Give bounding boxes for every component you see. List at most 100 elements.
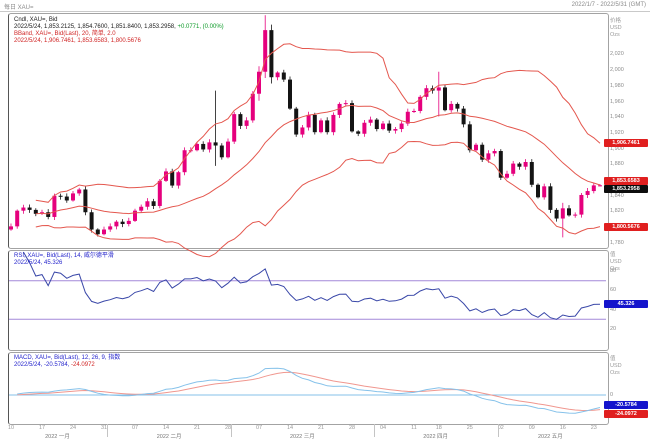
candle-down: [462, 109, 466, 125]
candle-up: [400, 124, 404, 129]
price-change-value: +0.0771, (0.00%): [176, 24, 224, 30]
candle-down: [214, 142, 218, 145]
month-separator: [498, 424, 499, 437]
candle-up: [362, 123, 366, 134]
macd-axis-header: 值 USD Ozs: [610, 356, 622, 377]
candle-up: [486, 153, 490, 159]
candle-down: [96, 230, 100, 235]
candle-up: [251, 94, 255, 121]
candle-up: [381, 124, 385, 129]
candle-up: [102, 230, 106, 235]
rsi-value: 2022/5/24, 45.326: [14, 260, 114, 267]
candle-down: [350, 103, 354, 131]
candle-up: [449, 104, 453, 110]
time-axis-day-tick: 21: [189, 425, 205, 431]
time-axis-month-label: 2022 五月: [515, 432, 585, 440]
month-separator: [231, 424, 232, 437]
time-axis-month-label: 2022 一月: [23, 432, 93, 440]
price-axis-tick: 1,960: [610, 99, 624, 105]
bollinger-middle-badge: 1,853.6583: [604, 177, 648, 185]
candle-up: [245, 120, 249, 125]
time-axis-day-tick: 21: [313, 425, 329, 431]
time-axis: 1017243107142128071421280411182502091623…: [8, 424, 607, 441]
candle-up: [331, 115, 335, 132]
candle-down: [530, 162, 534, 185]
candle-down: [83, 189, 87, 212]
chart-window: 每日 XAU= 2022/1/7 - 2022/5/31 (GMT) Cndl,…: [0, 0, 650, 442]
candle-up: [15, 211, 19, 227]
time-axis-month-label: 2022 三月: [267, 432, 337, 440]
candle-up: [579, 195, 583, 215]
candle-down: [517, 164, 521, 167]
time-axis-month-label: 2022 四月: [401, 432, 471, 440]
candle-up: [9, 226, 13, 229]
candle-up: [319, 120, 323, 132]
time-axis-day-tick: 24: [65, 425, 81, 431]
time-axis-day-tick: 07: [251, 425, 267, 431]
candle-down: [282, 73, 286, 80]
candle-up: [145, 201, 149, 206]
macd-value-badge: -20.5784: [604, 401, 648, 409]
candle-down: [238, 114, 242, 126]
candle-down: [201, 144, 205, 149]
candle-down: [313, 115, 317, 132]
candle-down: [65, 197, 69, 201]
candle-up: [573, 215, 577, 216]
candle-up: [71, 193, 75, 200]
candle-up: [511, 164, 515, 174]
last-price-badge: 1,853.2958: [604, 185, 648, 193]
candle-down: [548, 186, 552, 210]
price-axis-tick: 1,840: [610, 193, 624, 199]
candle-up: [542, 186, 546, 197]
candle-down: [455, 104, 459, 109]
time-axis-day-tick: 31: [96, 425, 112, 431]
candle-down: [170, 171, 174, 185]
candle-down: [288, 80, 292, 109]
bollinger-lower-line: [36, 142, 600, 257]
candle-down: [294, 109, 298, 135]
price-axis-tick: 1,780: [610, 240, 624, 246]
time-axis-day-tick: 25: [462, 425, 478, 431]
candle-up: [300, 127, 304, 134]
candle-up: [52, 196, 56, 217]
candle-up: [127, 221, 131, 224]
candle-up: [307, 115, 311, 128]
rsi-series-label: RSI, XAU=, Bid(Last), 14, 威尔德平滑: [14, 253, 114, 260]
rsi-axis-tick: 80: [610, 268, 616, 274]
macd-axis-tick: 0: [610, 392, 613, 398]
candle-up: [561, 208, 565, 218]
ohlc-values: 2022/5/24, 1,853.2125, 1,854.7600, 1,851…: [14, 24, 176, 30]
macd-legend: MACD, XAU=, Bid(Last), 12, 26, 9, 指数 202…: [14, 355, 120, 369]
chart-plot-area[interactable]: [0, 0, 650, 442]
month-separator: [374, 424, 375, 437]
candle-up: [369, 120, 373, 123]
candle-up: [592, 185, 596, 191]
candle-down: [555, 210, 559, 219]
time-axis-day-tick: 02: [493, 425, 509, 431]
price-axis-tick: 1,920: [610, 130, 624, 136]
candle-up: [437, 87, 441, 90]
candle-up: [393, 129, 397, 131]
time-axis-day-tick: 07: [127, 425, 143, 431]
rsi-axis-tick: 60: [610, 287, 616, 293]
bollinger-middle-line: [36, 105, 600, 213]
bollinger-upper-badge: 1,906.7461: [604, 139, 648, 147]
price-axis-tick: 2,020: [610, 51, 624, 57]
month-separator: [107, 424, 108, 437]
candle-up: [114, 222, 118, 227]
candle-down: [59, 196, 63, 197]
time-axis-month-label: 2022 二月: [134, 432, 204, 440]
time-axis-day-tick: 11: [406, 425, 422, 431]
candle-down: [121, 222, 125, 224]
bollinger-series-label: BBand, XAU=, Bid(Last), 20, 简单, 2.0: [14, 31, 224, 38]
candle-up: [505, 174, 509, 178]
candle-down: [468, 124, 472, 150]
candle-up: [133, 211, 137, 221]
candle-down: [536, 185, 540, 198]
macd-signal-badge: -24.0972: [604, 410, 648, 418]
candle-up: [474, 145, 478, 150]
rsi-legend: RSI, XAU=, Bid(Last), 14, 威尔德平滑 2022/5/2…: [14, 253, 114, 267]
bollinger-lower-badge: 1,800.5676: [604, 223, 648, 231]
time-axis-day-tick: 28: [344, 425, 360, 431]
time-axis-day-tick: 14: [158, 425, 174, 431]
